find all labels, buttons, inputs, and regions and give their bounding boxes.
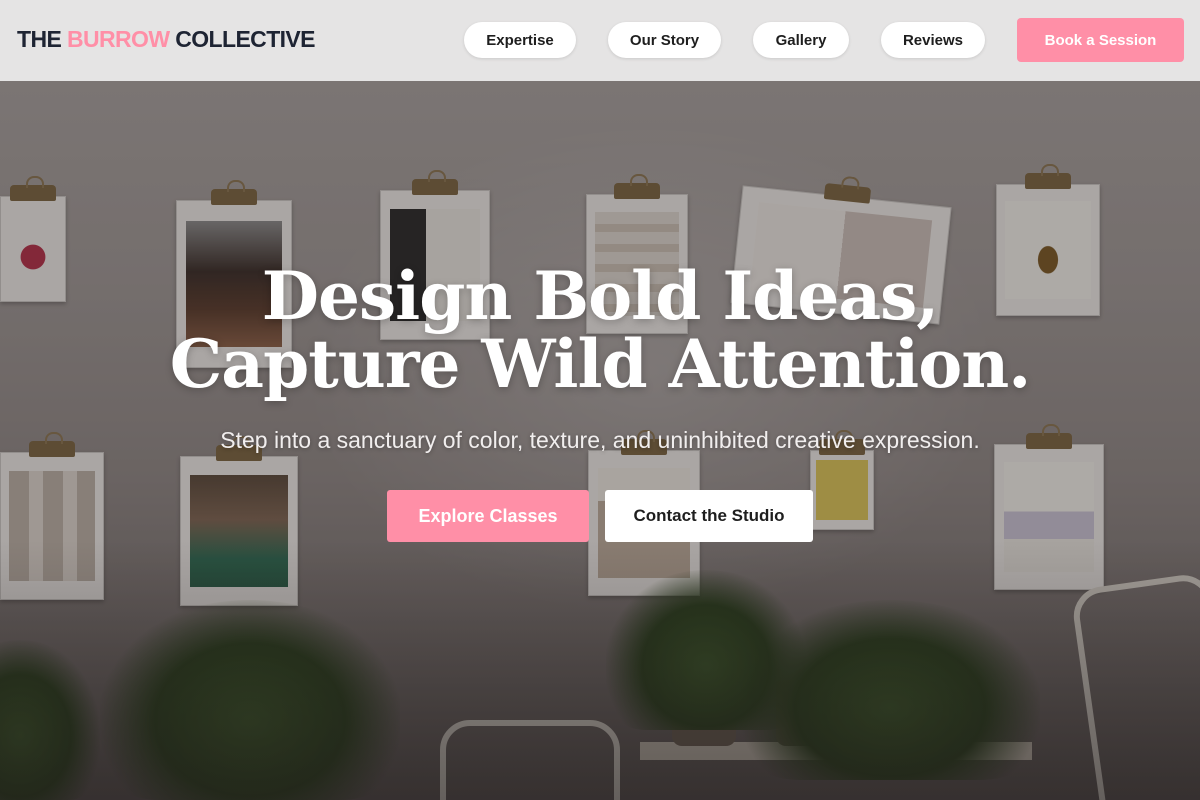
brand-text-collective: COLLECTIVE (169, 26, 315, 52)
brand-text-burrow: BURROW (67, 26, 170, 52)
explore-classes-button[interactable]: Explore Classes (387, 490, 589, 542)
hero-title-line2: Capture Wild Attention. (169, 325, 1031, 403)
hero-title: Design Bold Ideas, Capture Wild Attentio… (0, 262, 1200, 398)
brand-logo[interactable]: THE BURROW COLLECTIVE (17, 26, 316, 53)
brand-text-the: THE (17, 26, 67, 52)
nav-link-expertise[interactable]: Expertise (464, 22, 576, 58)
hero-title-line1: Design Bold Ideas, (261, 257, 939, 335)
nav-link-reviews[interactable]: Reviews (881, 22, 985, 58)
contact-studio-button[interactable]: Contact the Studio (605, 490, 813, 542)
bottom-gradient-overlay (0, 540, 1200, 800)
nav-link-gallery[interactable]: Gallery (753, 22, 849, 58)
top-navigation-bar: THE BURROW COLLECTIVE Expertise Our Stor… (0, 0, 1200, 81)
book-session-button[interactable]: Book a Session (1017, 18, 1184, 62)
nav-link-our-story[interactable]: Our Story (608, 22, 721, 58)
hero-subtitle: Step into a sanctuary of color, texture,… (220, 427, 980, 453)
